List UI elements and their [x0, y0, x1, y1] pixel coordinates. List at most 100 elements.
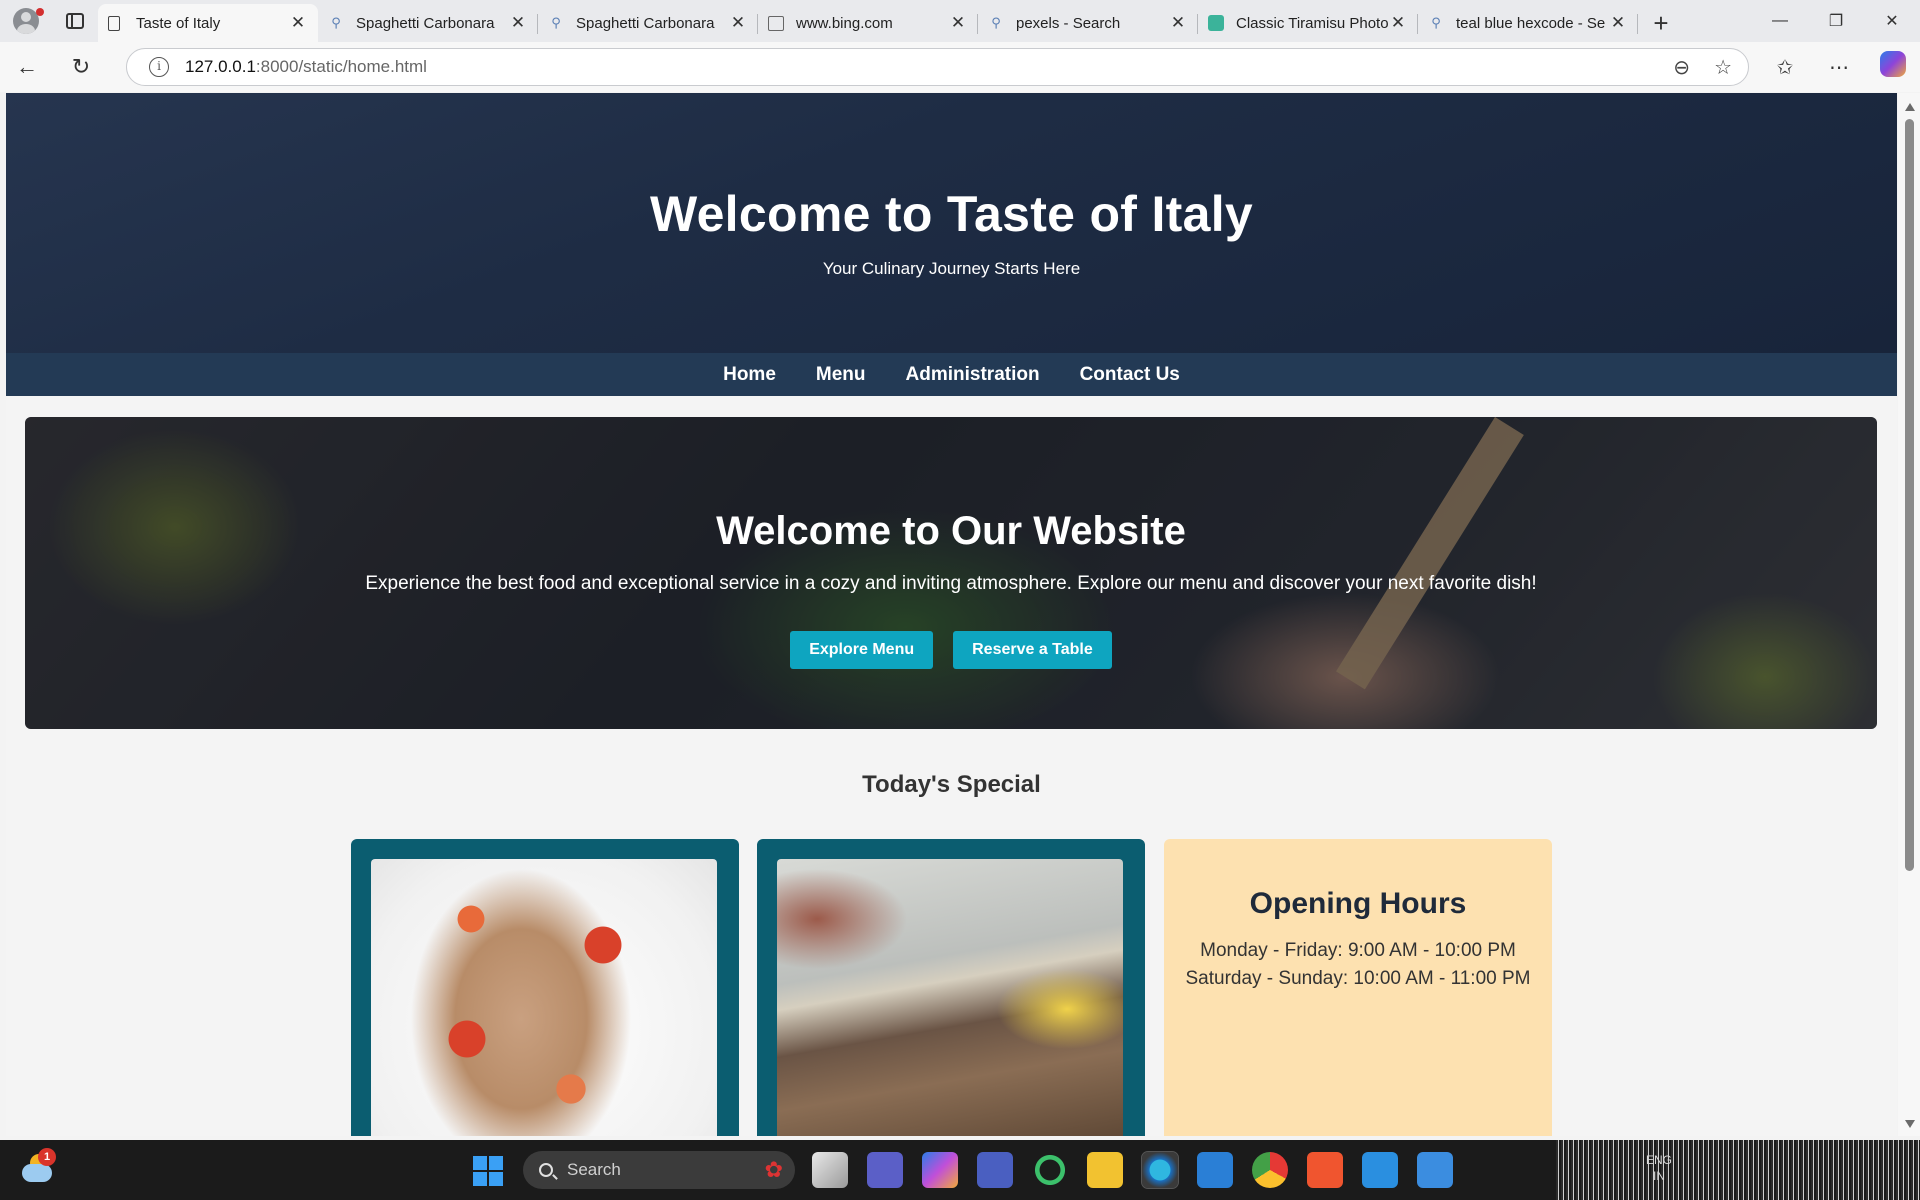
scrollbar-thumb[interactable] — [1905, 119, 1914, 871]
scroll-up-arrow-icon[interactable] — [1905, 103, 1915, 111]
windows-logo-tile — [473, 1156, 487, 1170]
nav-contact-us[interactable]: Contact Us — [1080, 364, 1180, 386]
more-options-icon[interactable]: ⋯ — [1812, 55, 1866, 80]
browser-tab[interactable]: ⚲ pexels - Search ✕ — [978, 4, 1198, 42]
site-tagline: Your Culinary Journey Starts Here — [822, 259, 1081, 278]
url-host: 127.0.0.1 — [185, 57, 256, 76]
special-card-pasta[interactable] — [351, 839, 739, 1136]
windows-logo-tile — [489, 1172, 503, 1186]
main-nav: Home Menu Administration Contact Us — [6, 353, 1897, 396]
weekend-hours: Saturday - Sunday: 10:00 AM - 11:00 PM — [1185, 968, 1531, 989]
store-icon[interactable] — [1197, 1152, 1233, 1188]
site-info-icon[interactable]: i — [149, 57, 169, 77]
chrome-icon[interactable] — [1252, 1152, 1288, 1188]
favorite-star-icon[interactable]: ☆ — [1714, 55, 1732, 80]
tab-title: Classic Tiramisu Photo — [1236, 14, 1388, 32]
favorites-icon[interactable]: ✩ — [1758, 55, 1812, 80]
window-controls: — ❐ ✕ — [1752, 0, 1920, 42]
zoom-out-icon[interactable]: ⊖ — [1673, 55, 1690, 80]
close-tab-icon[interactable]: ✕ — [1608, 13, 1628, 33]
language-code: ENG — [1646, 1153, 1673, 1167]
windows-logo-tile — [473, 1172, 487, 1186]
close-tab-icon[interactable]: ✕ — [1168, 13, 1188, 33]
page-icon — [108, 15, 120, 31]
url-path: :8000/static/home.html — [255, 57, 427, 76]
new-tab-button[interactable]: + — [1638, 4, 1684, 42]
app-icon[interactable] — [977, 1152, 1013, 1188]
weather-widget[interactable]: 1 — [20, 1148, 56, 1186]
back-button[interactable]: ← — [0, 42, 54, 92]
refresh-button[interactable]: ↻ — [54, 42, 108, 92]
nav-home[interactable]: Home — [723, 364, 776, 386]
profile-button[interactable] — [0, 0, 52, 42]
tab-separator — [1637, 14, 1638, 34]
copilot-button[interactable] — [1866, 51, 1920, 83]
close-tab-icon[interactable]: ✕ — [728, 13, 748, 33]
tab-title: Spaghetti Carbonara — [576, 14, 715, 32]
opening-hours-card: Opening Hours Monday - Friday: 9:00 AM -… — [1164, 839, 1552, 1136]
browser-tab[interactable]: Taste of Italy ✕ — [98, 4, 318, 42]
taskbar: 1 Search ✿ ENG IN — [0, 1140, 1920, 1200]
weather-badge: 1 — [38, 1148, 56, 1166]
close-tab-icon[interactable]: ✕ — [288, 13, 308, 33]
search-highlight-icon: ✿ — [764, 1157, 783, 1182]
browser-tab[interactable]: ⚲ Spaghetti Carbonara ✕ — [318, 4, 538, 42]
hero-buttons: Explore Menu Reserve a Table — [25, 631, 1877, 669]
fish-dish-image — [777, 859, 1123, 1136]
close-tab-icon[interactable]: ✕ — [1388, 13, 1408, 33]
file-explorer-icon[interactable] — [1087, 1152, 1123, 1188]
tab-strip: Taste of Italy ✕ ⚲ Spaghetti Carbonara ✕… — [0, 0, 1920, 42]
browser-tab[interactable]: ⚲ teal blue hexcode - Se ✕ — [1418, 4, 1638, 42]
taskbar-search-placeholder: Search — [567, 1160, 621, 1179]
site-icon — [1208, 15, 1224, 31]
special-card-fish[interactable] — [757, 839, 1145, 1136]
browser-tab[interactable]: www.bing.com ✕ — [758, 4, 978, 42]
url-text: 127.0.0.1:8000/static/home.html — [185, 57, 427, 77]
close-tab-icon[interactable]: ✕ — [508, 13, 528, 33]
weekday-hours: Monday - Friday: 9:00 AM - 10:00 PM — [1200, 940, 1516, 961]
tab-title: Taste of Italy — [136, 14, 221, 32]
hero-text: Experience the best food and exceptional… — [365, 573, 1537, 594]
task-view-icon[interactable] — [812, 1152, 848, 1188]
browser-tab[interactable]: Classic Tiramisu Photo ✕ — [1198, 4, 1418, 42]
brave-icon[interactable] — [1307, 1152, 1343, 1188]
restore-icon[interactable]: ❐ — [1808, 11, 1864, 31]
close-tab-icon[interactable]: ✕ — [948, 13, 968, 33]
scroll-down-arrow-icon[interactable] — [1905, 1120, 1915, 1128]
tab-title: www.bing.com — [796, 14, 893, 32]
taskbar-apps — [812, 1151, 1453, 1189]
tab-title: pexels - Search — [1016, 14, 1121, 32]
nav-menu[interactable]: Menu — [816, 364, 866, 386]
language-indicator[interactable]: ENG IN — [1646, 1152, 1672, 1184]
explore-menu-button[interactable]: Explore Menu — [790, 631, 934, 669]
search-icon: ⚲ — [991, 15, 1001, 30]
copilot-icon — [1880, 51, 1906, 77]
pasta-dish-image — [371, 859, 717, 1136]
tab-title: teal blue hexcode - Se — [1456, 14, 1606, 32]
tab-actions-button[interactable] — [52, 0, 98, 42]
close-window-icon[interactable]: ✕ — [1864, 11, 1920, 31]
edge-icon[interactable] — [1141, 1151, 1179, 1189]
browser-tab[interactable]: ⚲ Spaghetti Carbonara ✕ — [538, 4, 758, 42]
toolbar-actions: ✩ ⋯ — [1758, 42, 1920, 92]
search-icon: ⚲ — [551, 15, 561, 30]
taskbar-search[interactable]: Search ✿ — [523, 1151, 795, 1189]
reserve-table-button[interactable]: Reserve a Table — [953, 631, 1112, 669]
site-title: Welcome to Taste of Italy — [649, 186, 1253, 242]
browser-toolbar: ← ↻ i 127.0.0.1:8000/static/home.html ⊖ … — [0, 42, 1920, 92]
hero-banner: Welcome to Our Website Experience the be… — [25, 417, 1877, 729]
teams-icon[interactable] — [867, 1152, 903, 1188]
search-icon — [539, 1163, 553, 1177]
search-icon: ⚲ — [1431, 15, 1441, 30]
minimize-icon[interactable]: — — [1752, 12, 1808, 30]
photos-icon[interactable] — [1417, 1152, 1453, 1188]
vertical-scrollbar[interactable] — [1898, 93, 1920, 1136]
hero-content: Welcome to Our Website Experience the be… — [25, 417, 1877, 729]
address-bar[interactable]: i 127.0.0.1:8000/static/home.html ⊖ ☆ — [126, 48, 1749, 86]
vscode-icon[interactable] — [1362, 1152, 1398, 1188]
nav-administration[interactable]: Administration — [906, 364, 1040, 386]
copilot-app-icon[interactable] — [922, 1152, 958, 1188]
system-tray[interactable]: ENG IN — [1556, 1140, 1920, 1200]
refresh-app-icon[interactable] — [1032, 1152, 1068, 1188]
start-button[interactable] — [473, 1156, 503, 1186]
